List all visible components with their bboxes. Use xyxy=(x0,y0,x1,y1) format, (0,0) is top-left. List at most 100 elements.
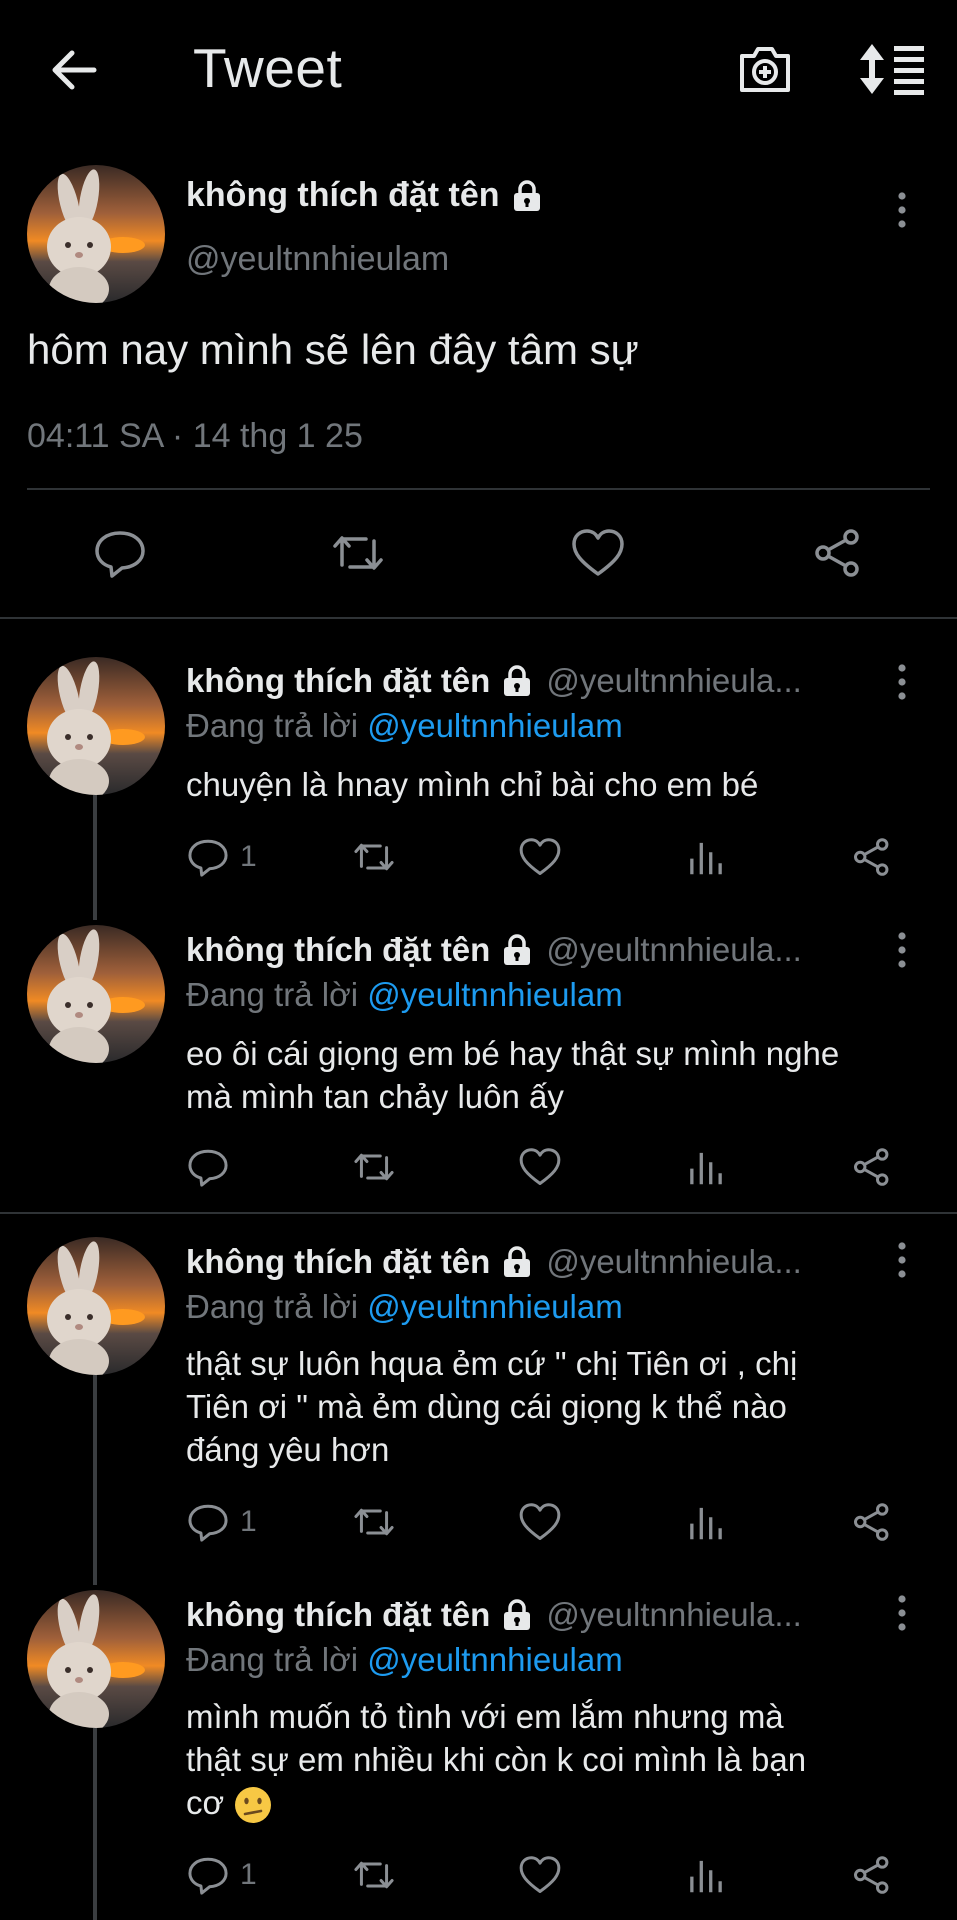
reply-text-line: mà mình tan chảy luôn ấy xyxy=(186,1078,564,1115)
reply-text-line: đáng yêu hơn xyxy=(186,1431,390,1468)
reply-text: mình muốn tỏ tình với em lắm nhưng mà th… xyxy=(186,1695,926,1825)
reply-button[interactable] xyxy=(186,1145,240,1189)
avatar[interactable] xyxy=(27,657,165,795)
reply-button[interactable]: 1 xyxy=(186,835,257,879)
heart-icon xyxy=(519,1856,561,1893)
more-options-button[interactable] xyxy=(892,930,912,970)
lock-icon xyxy=(504,665,531,696)
avatar[interactable] xyxy=(27,925,165,1063)
arrow-left-icon xyxy=(52,50,97,90)
reply-count: 1 xyxy=(240,1858,257,1891)
reply-author-row: không thích đặt tên @yeultnnhieula... xyxy=(186,1243,802,1281)
reply-text-line: Tiên ơi " mà ẻm dùng cái giọng k thể nào xyxy=(186,1388,787,1425)
share-icon xyxy=(854,838,889,876)
retweet-icon xyxy=(333,536,383,570)
retweet-button[interactable] xyxy=(352,835,396,879)
retweet-icon xyxy=(354,843,394,871)
author-handle[interactable]: @yeultnnhieula... xyxy=(546,662,802,700)
replying-to-link[interactable]: @yeultnnhieulam xyxy=(367,976,622,1013)
reply-text: thật sự luôn hqua ẻm cứ " chị Tiên ơi , … xyxy=(186,1342,926,1471)
share-button[interactable] xyxy=(850,1145,894,1189)
replying-to-link[interactable]: @yeultnnhieulam xyxy=(367,1641,622,1678)
retweet-button[interactable] xyxy=(330,525,386,581)
replying-to: Đang trả lời @yeultnnhieulam xyxy=(186,1288,623,1326)
confused-face-emoji-icon xyxy=(235,1787,272,1824)
retweet-icon xyxy=(354,1508,394,1536)
reply-text-line: chuyện là hnay mình chỉ bài cho em bé xyxy=(186,766,759,803)
like-button[interactable] xyxy=(518,1145,562,1189)
avatar-image xyxy=(27,925,165,1063)
author-name[interactable]: không thích đặt tên xyxy=(186,662,490,700)
avatar-image xyxy=(27,1590,165,1728)
analytics-button[interactable] xyxy=(684,1853,728,1897)
like-button[interactable] xyxy=(518,835,562,879)
share-button[interactable] xyxy=(850,1853,894,1897)
retweet-button[interactable] xyxy=(352,1853,396,1897)
author-handle[interactable]: @yeultnnhieula... xyxy=(546,1243,802,1281)
analytics-button[interactable] xyxy=(684,835,728,879)
share-button[interactable] xyxy=(810,525,866,581)
more-options-button[interactable] xyxy=(892,190,912,230)
avatar-image xyxy=(27,165,165,303)
heart-icon xyxy=(519,1148,561,1185)
sort-icon xyxy=(860,44,924,95)
thread-line xyxy=(93,1375,97,1585)
avatar[interactable] xyxy=(27,1237,165,1375)
author-name[interactable]: không thích đặt tên xyxy=(186,176,500,215)
back-button[interactable] xyxy=(46,42,102,98)
author-name[interactable]: không thích đặt tên xyxy=(186,931,490,969)
more-options-button[interactable] xyxy=(892,1240,912,1280)
sort-button[interactable] xyxy=(858,40,926,98)
reply-count: 1 xyxy=(240,1505,257,1538)
replying-label: Đang trả lời xyxy=(186,1641,359,1678)
analytics-icon xyxy=(690,1152,722,1185)
analytics-icon xyxy=(690,1507,722,1540)
tweet-text: hôm nay mình sẽ lên đây tâm sự xyxy=(27,326,639,373)
lock-icon xyxy=(504,1246,531,1277)
like-button[interactable] xyxy=(518,1500,562,1544)
author-name[interactable]: không thích đặt tên xyxy=(186,1243,490,1281)
more-options-button[interactable] xyxy=(892,662,912,702)
reply-icon xyxy=(188,839,228,877)
reply-text-line: eo ôi cái giọng em bé hay thật sự mình n… xyxy=(186,1035,840,1072)
share-button[interactable] xyxy=(850,835,894,879)
heart-icon xyxy=(519,838,561,875)
like-button[interactable] xyxy=(570,525,626,581)
avatar[interactable] xyxy=(27,1590,165,1728)
reply-button[interactable]: 1 xyxy=(186,1500,257,1544)
reply-button[interactable] xyxy=(92,525,148,581)
tweet-timestamp[interactable]: 04:11 SA · 14 thg 1 25 xyxy=(27,417,363,456)
replying-to-link[interactable]: @yeultnnhieulam xyxy=(367,1288,622,1325)
share-icon xyxy=(854,1148,889,1186)
lock-icon xyxy=(504,934,531,965)
heart-icon xyxy=(572,529,624,576)
author-handle[interactable]: @yeultnnhieula... xyxy=(546,931,802,969)
share-icon xyxy=(854,1503,889,1541)
more-vertical-icon xyxy=(898,1595,906,1631)
author-handle[interactable]: @yeultnnhieula... xyxy=(546,1596,802,1634)
analytics-button[interactable] xyxy=(684,1500,728,1544)
camera-plus-icon xyxy=(740,47,790,92)
reply-author-row: không thích đặt tên @yeultnnhieula... xyxy=(186,1596,802,1634)
author-handle[interactable]: @yeultnnhieulam xyxy=(186,240,449,279)
reply-text: chuyện là hnay mình chỉ bài cho em bé xyxy=(186,763,926,806)
retweet-button[interactable] xyxy=(352,1145,396,1189)
more-options-button[interactable] xyxy=(892,1593,912,1633)
section-divider xyxy=(0,617,957,619)
page-title: Tweet xyxy=(193,37,343,99)
analytics-button[interactable] xyxy=(684,1145,728,1189)
reply-icon xyxy=(95,531,145,578)
reply-text-line: thật sự luôn hqua ẻm cứ " chị Tiên ơi , … xyxy=(186,1345,798,1382)
heart-icon xyxy=(519,1503,561,1540)
reply-button[interactable]: 1 xyxy=(186,1853,257,1897)
share-button[interactable] xyxy=(850,1500,894,1544)
replying-label: Đang trả lời xyxy=(186,976,359,1013)
retweet-button[interactable] xyxy=(352,1500,396,1544)
like-button[interactable] xyxy=(518,1853,562,1897)
replying-to-link[interactable]: @yeultnnhieulam xyxy=(367,707,622,744)
camera-button[interactable] xyxy=(736,40,794,98)
lock-icon xyxy=(513,179,540,211)
avatar[interactable] xyxy=(27,165,165,303)
reply-text-line: mình muốn tỏ tình với em lắm nhưng mà xyxy=(186,1698,784,1735)
author-name[interactable]: không thích đặt tên xyxy=(186,1596,490,1634)
